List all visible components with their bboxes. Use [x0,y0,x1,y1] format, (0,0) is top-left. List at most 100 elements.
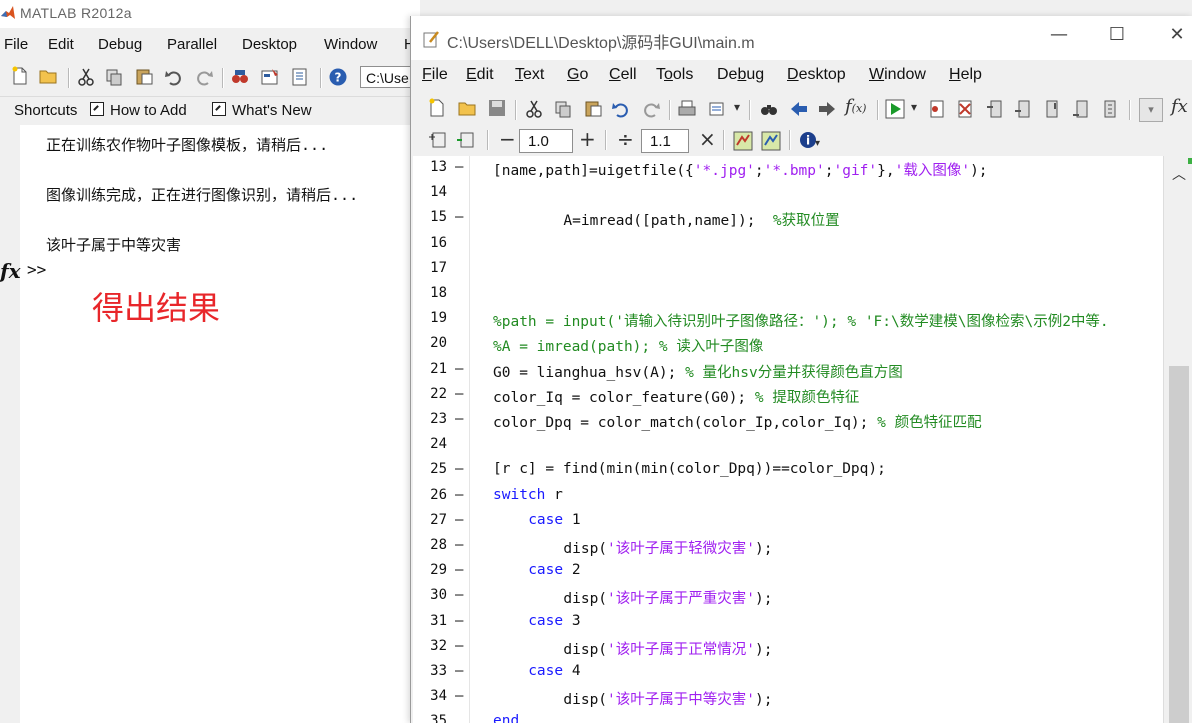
cell-multiplier-value[interactable]: 1.1 [641,129,689,153]
command-prompt[interactable]: >> [27,260,46,279]
code-line[interactable]: 15– A=imread([path,name]); %获取位置 [413,209,1163,234]
menu-debug[interactable]: Debug [98,36,142,53]
divide-button[interactable]: ÷ [617,127,634,151]
command-window[interactable]: 正在训练农作物叶子图像模板，请稍后... 图像训练完成，正在进行图像识别，请稍后… [0,125,411,723]
forward-icon[interactable] [817,99,837,119]
find-icon[interactable] [759,99,779,119]
guide-icon[interactable] [260,67,280,87]
editor-menu-window[interactable]: Window [869,66,926,84]
multiply-button[interactable]: × [699,127,716,151]
redo-icon[interactable] [194,67,214,87]
function-browser-icon[interactable]: fx [1171,96,1188,117]
evaluate-cell-icon[interactable] [733,131,753,151]
print-icon[interactable] [677,99,697,119]
cut-icon[interactable] [76,67,96,87]
stack-dropdown[interactable]: ▾ [1139,98,1163,122]
step-out-icon[interactable] [1041,99,1061,119]
breakpoint-marker[interactable]: – [455,461,463,477]
breakpoint-icon[interactable] [927,99,947,119]
close-button[interactable]: ✕ [1157,24,1192,45]
cell-increment-value[interactable]: 1.0 [519,129,573,153]
breakpoint-marker[interactable]: – [455,209,463,225]
code-line[interactable]: 33– case 4 [413,663,1163,688]
profiler-icon[interactable] [290,67,310,87]
code-line[interactable]: 22– color_Iq = color_feature(G0); % 提取颜色特… [413,386,1163,411]
breakpoint-marker[interactable]: – [455,688,463,704]
insert-cell-icon[interactable] [427,130,447,150]
function-icon[interactable]: f(x) [845,96,866,117]
editor-menu-file[interactable]: File [422,66,448,84]
breakpoint-marker[interactable]: – [455,663,463,679]
breakpoint-marker[interactable]: – [455,613,463,629]
editor-menu-cell[interactable]: Cell [609,66,637,84]
decrement-button[interactable]: − [499,127,516,151]
code-line[interactable]: 30– disp('该叶子属于严重灾害'); [413,587,1163,612]
breakpoint-marker[interactable]: – [455,512,463,528]
code-analyzer-status-icon[interactable] [1188,158,1192,164]
info-dropdown-icon[interactable]: ▾ [815,138,820,149]
function-browser-icon[interactable]: fx [0,259,21,283]
continue-icon[interactable] [1071,99,1091,119]
breakpoint-marker[interactable]: – [455,411,463,427]
breakpoint-marker[interactable]: – [455,487,463,503]
editor-menu-tools[interactable]: Tools [656,66,693,84]
new-file-icon[interactable] [10,66,30,86]
scrollbar-thumb[interactable] [1169,366,1189,723]
breakpoint-marker[interactable]: – [455,562,463,578]
menu-file[interactable]: File [4,36,28,53]
editor-menu-help[interactable]: Help [949,66,982,84]
code-line[interactable]: 18 [413,285,1163,310]
clear-breakpoints-icon[interactable] [955,99,975,119]
increment-button[interactable]: + [579,127,596,151]
editor-menu-debug[interactable]: Debug [717,66,764,84]
run-dropdown-icon[interactable]: ▾ [911,100,917,114]
scroll-up-icon[interactable]: ︿ [1172,164,1186,184]
breakpoint-marker[interactable]: – [455,537,463,553]
menu-window[interactable]: Window [324,36,377,53]
step-in-icon[interactable] [1013,99,1033,119]
vertical-scrollbar[interactable]: ︿ [1163,156,1192,723]
code-line[interactable]: 25– [r c] = find(min(min(color_Dpq))==col… [413,461,1163,486]
cut-icon[interactable] [524,99,544,119]
code-line[interactable]: 16 [413,235,1163,260]
breakpoint-marker[interactable]: – [455,638,463,654]
help-icon[interactable]: ? [328,67,348,87]
simulink-icon[interactable] [230,67,250,87]
redo-icon[interactable] [641,99,661,119]
code-line[interactable]: 27– case 1 [413,512,1163,537]
code-line[interactable]: 13– [name,path]=uigetfile({'*.jpg';'*.bmp… [413,159,1163,184]
code-line[interactable]: 23– color_Dpq = color_match(color_Ip,colo… [413,411,1163,436]
shortcuts-label[interactable]: Shortcuts [14,102,77,119]
breakpoint-marker[interactable]: – [455,386,463,402]
how-to-add-link[interactable]: How to Add [90,102,187,119]
copy-icon[interactable] [104,67,124,87]
exit-debug-icon[interactable] [1099,99,1119,119]
undo-icon[interactable] [164,67,184,87]
undo-icon[interactable] [611,99,631,119]
code-line[interactable]: 35 end [413,713,1163,723]
paste-icon[interactable] [134,66,154,86]
code-editor[interactable]: 13– [name,path]=uigetfile({'*.jpg';'*.bmp… [413,156,1163,723]
code-line[interactable]: 28– disp('该叶子属于轻微灾害'); [413,537,1163,562]
paste-icon[interactable] [583,98,603,118]
breakpoint-marker[interactable]: – [455,361,463,377]
open-folder-icon[interactable] [38,66,58,86]
breakpoint-marker[interactable]: – [455,587,463,603]
code-line[interactable]: 31– case 3 [413,613,1163,638]
code-line[interactable]: 34– disp('该叶子属于中等灾害'); [413,688,1163,713]
breakpoint-marker[interactable]: – [455,159,463,175]
editor-menu-edit[interactable]: Edit [466,66,494,84]
code-line[interactable]: 24 [413,436,1163,461]
code-line[interactable]: 20 %A = imread(path); % 读入叶子图像 [413,335,1163,360]
maximize-button[interactable]: ☐ [1097,24,1137,45]
editor-menu-desktop[interactable]: Desktop [787,66,846,84]
editor-menu-text[interactable]: Text [515,66,544,84]
publish-icon[interactable] [707,99,727,119]
copy-icon[interactable] [553,99,573,119]
code-line[interactable]: 29– case 2 [413,562,1163,587]
evaluate-advance-icon[interactable] [761,131,781,151]
new-file-icon[interactable] [427,98,447,118]
menu-parallel[interactable]: Parallel [167,36,217,53]
editor-menu-go[interactable]: Go [567,66,588,84]
run-icon[interactable] [885,99,905,119]
